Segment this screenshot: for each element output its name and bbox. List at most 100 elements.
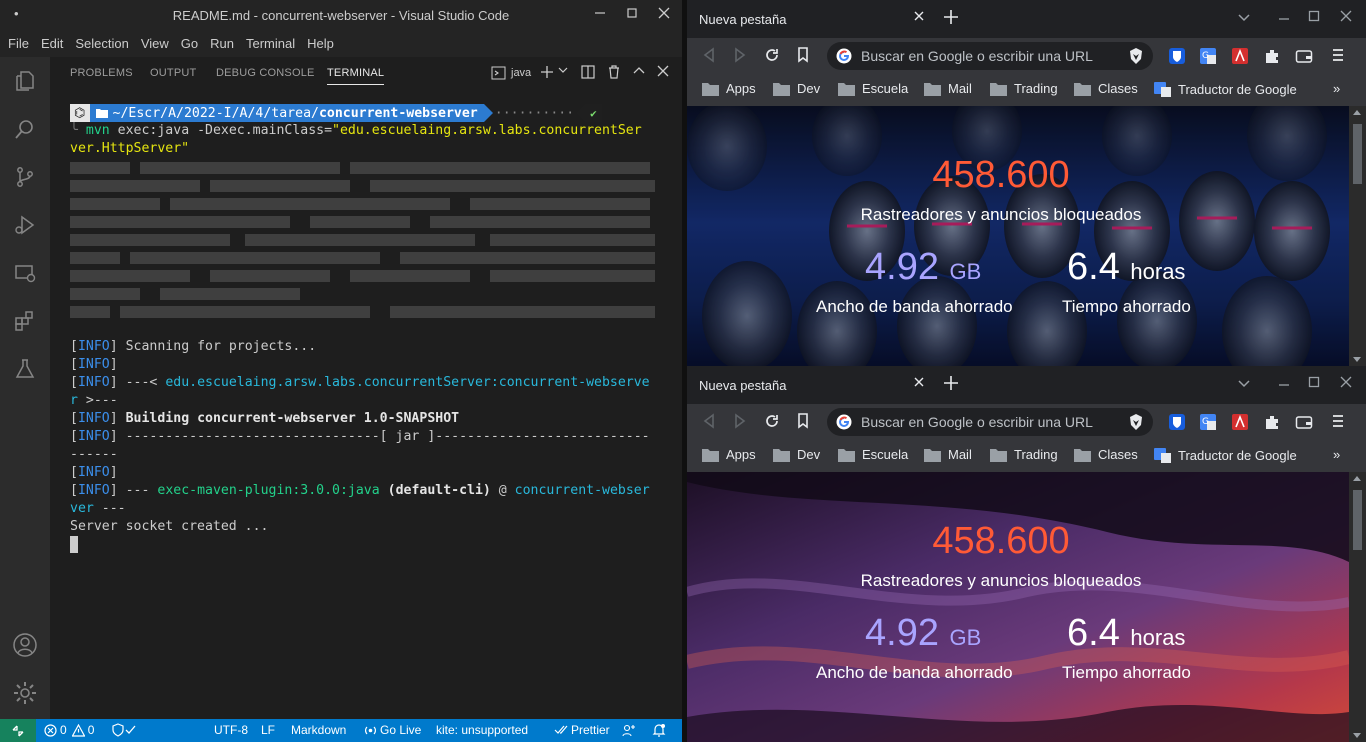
extensions-puzzle-icon[interactable]: [1263, 47, 1281, 65]
back-arrow-icon[interactable]: [702, 413, 716, 429]
bookmark-mail[interactable]: Mail: [924, 447, 972, 462]
remote-explorer-icon[interactable]: [0, 249, 50, 297]
bookmark-traductor[interactable]: Traductor de Google: [1154, 447, 1297, 463]
extensions-icon[interactable]: [0, 297, 50, 345]
bookmark-trading[interactable]: Trading: [990, 81, 1058, 96]
prettier-status[interactable]: Prettier: [554, 723, 610, 737]
back-arrow-icon[interactable]: [702, 47, 716, 63]
menu-kebab-icon[interactable]: [1332, 413, 1344, 429]
adobe-acrobat-icon[interactable]: [1231, 47, 1249, 65]
menu-terminal[interactable]: Terminal: [246, 36, 295, 51]
bitwarden-icon[interactable]: [1168, 47, 1186, 65]
notifications-bell-icon[interactable]: [652, 723, 666, 737]
kite-status[interactable]: kite: unsupported: [436, 723, 528, 737]
google-translate-icon[interactable]: G: [1199, 413, 1217, 431]
bookmark-icon[interactable]: [797, 413, 809, 429]
bookmark-escuela[interactable]: Escuela: [838, 81, 908, 96]
brave-shield-icon[interactable]: [1127, 413, 1145, 431]
close-panel-icon[interactable]: [657, 65, 669, 77]
trash-icon[interactable]: [607, 65, 621, 79]
maximize-icon[interactable]: [1308, 10, 1320, 22]
menu-file[interactable]: File: [8, 36, 29, 51]
close-icon[interactable]: [658, 7, 670, 19]
bookmark-clases[interactable]: Clases: [1074, 81, 1138, 96]
forward-arrow-icon[interactable]: [733, 47, 747, 63]
go-live-button[interactable]: Go Live: [364, 723, 421, 737]
new-tab-plus-icon[interactable]: [942, 8, 960, 26]
new-terminal-plus-icon[interactable]: [540, 65, 554, 79]
wallet-icon[interactable]: [1295, 47, 1313, 65]
tab-close-icon[interactable]: [913, 376, 925, 388]
wallet-icon[interactable]: [1295, 413, 1313, 431]
settings-gear-icon[interactable]: [0, 669, 50, 717]
minimize-icon[interactable]: [594, 7, 606, 19]
remote-indicator-icon[interactable]: [0, 719, 36, 742]
explorer-icon[interactable]: [0, 57, 50, 105]
forward-arrow-icon[interactable]: [733, 413, 747, 429]
testing-flask-icon[interactable]: [0, 345, 50, 393]
bookmark-apps[interactable]: Apps: [702, 447, 756, 462]
problems-indicator[interactable]: 0 0: [44, 723, 94, 737]
feedback-icon[interactable]: [622, 723, 636, 737]
menu-edit[interactable]: Edit: [41, 36, 63, 51]
tab-search-chevron-icon[interactable]: [1237, 10, 1251, 24]
terminal-output[interactable]: ╰ mvn exec:java -Dexec.mainClass="edu.es…: [70, 104, 660, 554]
tab-close-icon[interactable]: [913, 10, 925, 22]
close-icon[interactable]: [1340, 10, 1352, 22]
browser-tab[interactable]: Nueva pestaña: [687, 366, 932, 404]
run-debug-icon[interactable]: [0, 201, 50, 249]
bookmark-dev[interactable]: Dev: [773, 81, 820, 96]
maximize-icon[interactable]: [1308, 376, 1320, 388]
bookmark-icon[interactable]: [797, 47, 809, 63]
browser-tab[interactable]: Nueva pestaña: [687, 0, 932, 38]
bookmark-dev[interactable]: Dev: [773, 447, 820, 462]
close-icon[interactable]: [1340, 376, 1352, 388]
split-terminal-icon[interactable]: [581, 65, 595, 79]
bitwarden-icon[interactable]: [1168, 413, 1186, 431]
bookmarks-overflow-chevron-icon[interactable]: »: [1333, 81, 1340, 96]
bookmark-apps[interactable]: Apps: [702, 81, 756, 96]
terminal-shell-selector[interactable]: java: [491, 65, 531, 81]
scroll-up-icon[interactable]: [1353, 110, 1361, 115]
tab-debug-console[interactable]: DEBUG CONSOLE: [216, 67, 315, 79]
account-icon[interactable]: [0, 621, 50, 669]
maximize-icon[interactable]: [626, 7, 638, 19]
scroll-down-icon[interactable]: [1353, 357, 1361, 362]
tab-problems[interactable]: PROBLEMS: [70, 67, 133, 79]
bookmark-clases[interactable]: Clases: [1074, 447, 1138, 462]
google-translate-icon[interactable]: G: [1199, 47, 1217, 65]
bookmark-escuela[interactable]: Escuela: [838, 447, 908, 462]
shield-check-icon[interactable]: [112, 723, 138, 737]
source-control-icon[interactable]: [0, 153, 50, 201]
bookmarks-overflow-chevron-icon[interactable]: »: [1333, 447, 1340, 462]
scrollbar[interactable]: [1349, 106, 1366, 366]
scrollbar-thumb[interactable]: [1353, 124, 1362, 184]
eol-indicator[interactable]: LF: [261, 723, 275, 737]
bookmark-traductor[interactable]: Traductor de Google: [1154, 81, 1297, 97]
scroll-down-icon[interactable]: [1353, 733, 1361, 738]
reload-icon[interactable]: [764, 47, 780, 63]
search-icon[interactable]: [0, 105, 50, 153]
tab-output[interactable]: OUTPUT: [150, 67, 196, 79]
tab-terminal[interactable]: TERMINAL: [327, 67, 385, 85]
adobe-acrobat-icon[interactable]: [1231, 413, 1249, 431]
scrollbar[interactable]: [1349, 472, 1366, 742]
maximize-panel-chevron-icon[interactable]: [633, 65, 645, 77]
bookmark-mail[interactable]: Mail: [924, 81, 972, 96]
menu-view[interactable]: View: [141, 36, 169, 51]
omnibox[interactable]: Buscar en Google o escribir una URL: [827, 42, 1153, 70]
scroll-up-icon[interactable]: [1353, 476, 1361, 481]
new-tab-plus-icon[interactable]: [942, 374, 960, 392]
scrollbar-thumb[interactable]: [1353, 490, 1362, 550]
menu-kebab-icon[interactable]: [1332, 47, 1344, 63]
bookmark-trading[interactable]: Trading: [990, 447, 1058, 462]
extensions-puzzle-icon[interactable]: [1263, 413, 1281, 431]
menu-run[interactable]: Run: [210, 36, 234, 51]
tab-search-chevron-icon[interactable]: [1237, 376, 1251, 390]
menu-go[interactable]: Go: [181, 36, 198, 51]
menu-selection[interactable]: Selection: [75, 36, 128, 51]
minimize-icon[interactable]: [1278, 376, 1290, 388]
language-mode[interactable]: Markdown: [291, 723, 346, 737]
minimize-icon[interactable]: [1278, 10, 1290, 22]
brave-shield-icon[interactable]: [1127, 47, 1145, 65]
